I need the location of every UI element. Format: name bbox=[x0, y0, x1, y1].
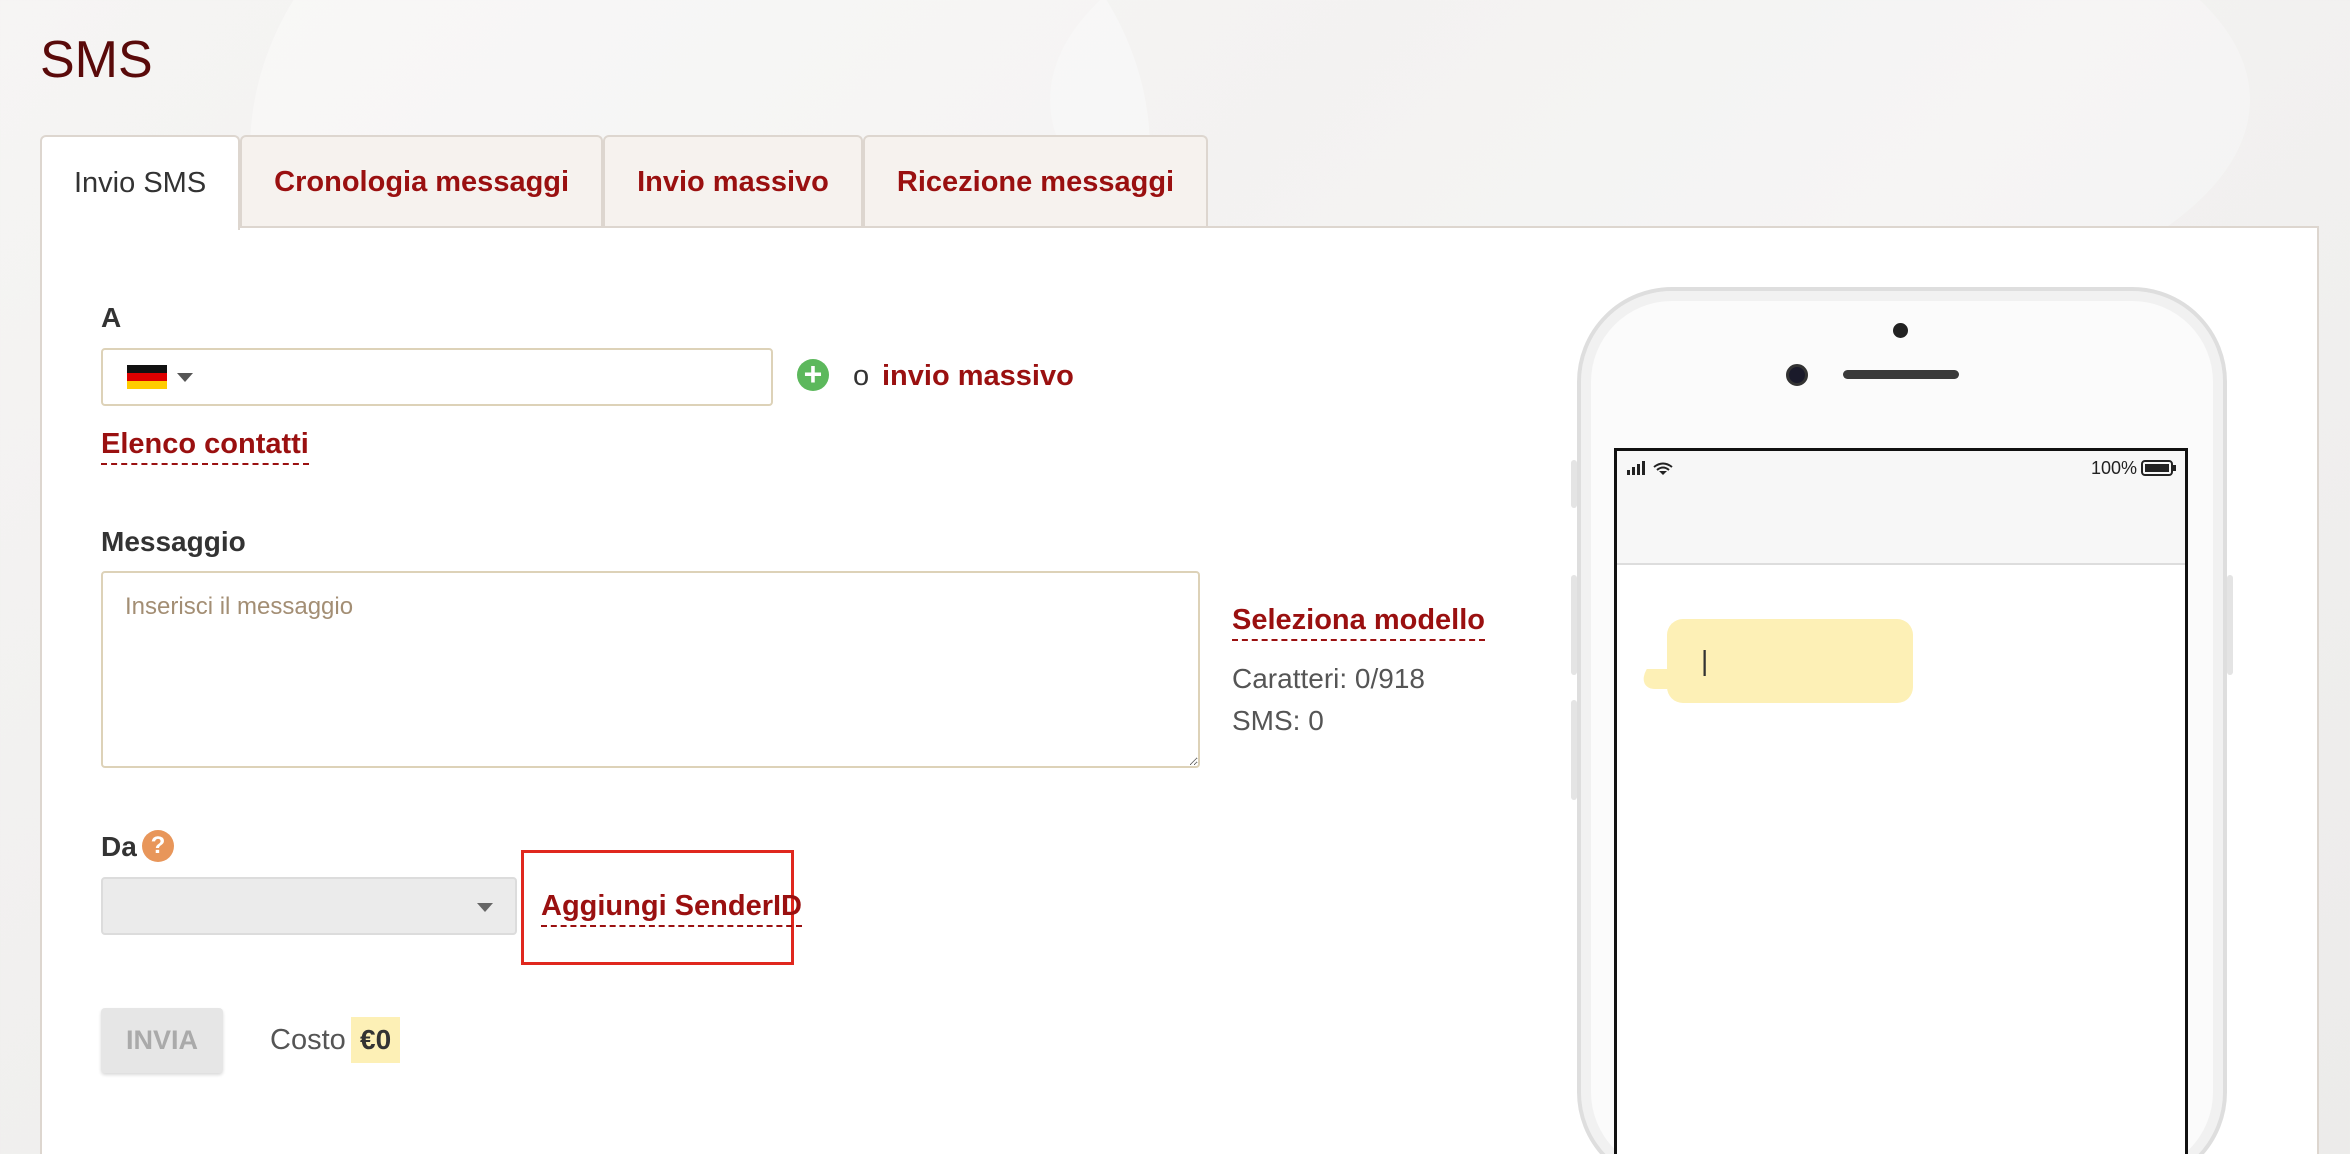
phone-speaker-icon bbox=[1843, 370, 1959, 379]
bulk-send-link[interactable]: invio massivo bbox=[882, 360, 1074, 393]
sender-label: Da bbox=[101, 831, 137, 862]
recipient-phone-input[interactable] bbox=[101, 348, 773, 406]
battery-icon bbox=[2141, 460, 2176, 476]
phone-screen: 100% | bbox=[1614, 448, 2188, 1154]
tab-invio-massivo[interactable]: Invio massivo bbox=[603, 135, 863, 228]
chevron-down-icon bbox=[477, 903, 493, 912]
phone-nav-bar bbox=[1617, 485, 2185, 565]
char-count: Caratteri: 0/918 bbox=[1232, 663, 1425, 694]
or-text: o bbox=[853, 360, 870, 392]
message-textarea[interactable] bbox=[101, 571, 1200, 768]
contacts-list-link[interactable]: Elenco contatti bbox=[101, 428, 309, 465]
phone-status-bar: 100% bbox=[1617, 451, 2185, 485]
germany-flag-icon[interactable] bbox=[127, 365, 167, 389]
tab-cronologia-messaggi[interactable]: Cronologia messaggi bbox=[240, 135, 604, 228]
page-title: SMS bbox=[40, 31, 153, 89]
help-icon[interactable]: ? bbox=[142, 830, 174, 862]
message-preview-bubble: | bbox=[1667, 619, 1913, 703]
message-label: Messaggio bbox=[101, 526, 246, 557]
select-template-link[interactable]: Seleziona modello bbox=[1232, 604, 1485, 641]
sender-select[interactable] bbox=[101, 877, 517, 935]
tab-ricezione-messaggi[interactable]: Ricezione messaggi bbox=[862, 135, 1209, 228]
add-recipient-icon[interactable]: + bbox=[797, 358, 829, 391]
cost-value-badge: €0 bbox=[351, 1017, 401, 1063]
cost-label: Costo bbox=[270, 1024, 346, 1056]
add-senderid-link[interactable]: Aggiungi SenderID bbox=[541, 890, 802, 927]
signal-wifi-icon bbox=[1627, 461, 1673, 475]
phone-side-button bbox=[2227, 575, 2233, 675]
battery-percent: 100% bbox=[2090, 458, 2137, 478]
recipient-label: A bbox=[101, 302, 122, 333]
sms-count: SMS: 0 bbox=[1232, 705, 1324, 736]
tab-invio-sms[interactable]: Invio SMS bbox=[40, 135, 241, 230]
send-button[interactable]: INVIA bbox=[101, 1008, 223, 1073]
phone-camera-icon bbox=[1893, 323, 1908, 338]
phone-lens-icon bbox=[1786, 364, 1808, 386]
tab-bar: Invio SMS Cronologia messaggi Invio mass… bbox=[40, 135, 1209, 230]
chevron-down-icon[interactable] bbox=[177, 372, 193, 382]
